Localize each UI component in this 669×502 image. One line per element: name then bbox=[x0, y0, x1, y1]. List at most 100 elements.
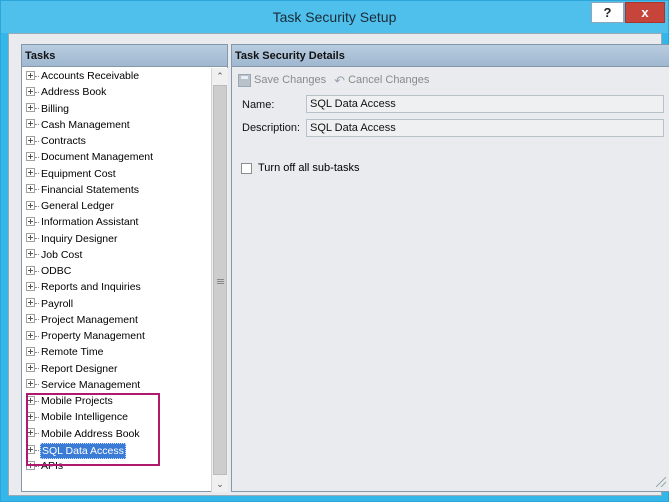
tree-connector bbox=[35, 173, 39, 175]
tree-item-label: Billing bbox=[41, 102, 70, 115]
title-bar[interactable]: Task Security Setup ? x bbox=[1, 1, 668, 33]
expand-plus-icon[interactable] bbox=[26, 363, 35, 373]
tree-item-label: Equipment Cost bbox=[41, 167, 116, 180]
tree-connector bbox=[35, 91, 39, 93]
tree-item[interactable]: Document Management bbox=[26, 150, 154, 166]
tree-item-label: Project Management bbox=[41, 313, 138, 326]
tree-item[interactable]: Report Designer bbox=[26, 362, 118, 378]
tree-connector bbox=[35, 205, 39, 207]
expand-plus-icon[interactable] bbox=[26, 119, 35, 129]
tree-item-label: General Ledger bbox=[41, 200, 114, 212]
tree-item-label: Payroll bbox=[41, 297, 74, 310]
resize-grip-icon[interactable] bbox=[656, 477, 666, 487]
tasks-header: Tasks bbox=[22, 45, 227, 67]
tree-item[interactable]: Contracts bbox=[26, 134, 87, 150]
tree-connector bbox=[35, 351, 39, 353]
details-toolbar: Save Changes ↶ Cancel Changes bbox=[238, 71, 437, 89]
tree-item-label: Property Management bbox=[41, 330, 145, 342]
scroll-down-arrow-icon[interactable]: ⌄ bbox=[212, 476, 228, 492]
tree-item-label: Service Management bbox=[41, 378, 141, 391]
expand-plus-icon[interactable] bbox=[26, 216, 35, 226]
tree-connector bbox=[35, 384, 39, 386]
tree-item-label: Contracts bbox=[41, 135, 86, 147]
tree-item-label: Reports and Inquiries bbox=[41, 281, 141, 294]
undo-arrow-icon: ↶ bbox=[334, 72, 346, 88]
tree-item[interactable]: Address Book bbox=[26, 85, 107, 101]
tree-item-label: Financial Statements bbox=[41, 183, 140, 196]
description-field[interactable]: SQL Data Access bbox=[306, 119, 664, 137]
expand-plus-icon[interactable] bbox=[26, 151, 35, 161]
tree-connector bbox=[35, 303, 39, 305]
tree-item-label: Inquiry Designer bbox=[41, 232, 118, 245]
save-disk-icon bbox=[238, 73, 251, 87]
tree-item-label: ODBC bbox=[41, 265, 72, 277]
tree-connector bbox=[35, 238, 39, 240]
expand-plus-icon[interactable] bbox=[26, 86, 35, 96]
tree-connector bbox=[35, 335, 39, 337]
tree-item-label: Address Book bbox=[41, 86, 107, 99]
tree-item[interactable]: Job Cost bbox=[26, 248, 83, 264]
tree-connector bbox=[35, 270, 39, 272]
tree-item[interactable]: Billing bbox=[26, 102, 70, 118]
expand-plus-icon[interactable] bbox=[26, 184, 35, 194]
scroll-thumb[interactable] bbox=[213, 85, 227, 475]
turn-off-subtasks-label: Turn off all sub-tasks bbox=[258, 162, 360, 174]
tree-item[interactable]: Service Management bbox=[26, 378, 141, 394]
tree-item[interactable]: General Ledger bbox=[26, 199, 115, 215]
tree-item[interactable]: Property Management bbox=[26, 329, 146, 345]
expand-plus-icon[interactable] bbox=[26, 233, 35, 243]
name-field[interactable]: SQL Data Access bbox=[306, 95, 664, 113]
expand-plus-icon[interactable] bbox=[26, 330, 35, 340]
tree-item[interactable]: Inquiry Designer bbox=[26, 232, 118, 248]
expand-plus-icon[interactable] bbox=[26, 249, 35, 259]
expand-plus-icon[interactable] bbox=[26, 379, 35, 389]
tree-item-label: Remote Time bbox=[41, 346, 104, 359]
expand-plus-icon[interactable] bbox=[26, 103, 35, 113]
tree-item[interactable]: Project Management bbox=[26, 313, 139, 329]
tree-connector bbox=[35, 286, 39, 288]
save-changes-button[interactable]: Save Changes bbox=[238, 73, 327, 87]
expand-plus-icon[interactable] bbox=[26, 298, 35, 308]
expand-plus-icon[interactable] bbox=[26, 70, 35, 80]
scroll-up-arrow-icon[interactable]: ⌃ bbox=[212, 68, 228, 84]
tree-item[interactable]: Financial Statements bbox=[26, 183, 140, 199]
save-changes-label: Save Changes bbox=[254, 74, 327, 86]
tree-item[interactable]: Cash Management bbox=[26, 118, 131, 134]
cancel-changes-label: Cancel Changes bbox=[348, 74, 430, 86]
expand-plus-icon[interactable] bbox=[26, 314, 35, 324]
expand-plus-icon[interactable] bbox=[26, 200, 35, 210]
tree-item[interactable]: Remote Time bbox=[26, 345, 104, 361]
turn-off-subtasks-checkbox[interactable] bbox=[241, 162, 252, 174]
tasks-scrollbar[interactable]: ⌃ ⌄ bbox=[211, 68, 228, 492]
expand-plus-icon[interactable] bbox=[26, 281, 35, 291]
tree-item-label: Information Assistant bbox=[41, 216, 139, 229]
tree-connector bbox=[35, 75, 39, 77]
expand-plus-icon[interactable] bbox=[26, 265, 35, 275]
tree-connector bbox=[35, 254, 39, 256]
tree-item-label: Report Designer bbox=[41, 362, 118, 375]
tree-item[interactable]: Information Assistant bbox=[26, 215, 139, 231]
tree-item-label: Accounts Receivable bbox=[41, 70, 140, 82]
tree-connector bbox=[35, 189, 39, 191]
scroll-grip-icon bbox=[217, 279, 224, 284]
help-button[interactable]: ? bbox=[591, 2, 624, 23]
expand-plus-icon[interactable] bbox=[26, 168, 35, 178]
tree-item[interactable]: Accounts Receivable bbox=[26, 69, 140, 85]
tree-item[interactable]: ODBC bbox=[26, 264, 72, 280]
expand-plus-icon[interactable] bbox=[26, 135, 35, 145]
tree-item[interactable]: Equipment Cost bbox=[26, 167, 117, 183]
expand-plus-icon[interactable] bbox=[26, 346, 35, 356]
close-button[interactable]: x bbox=[625, 2, 665, 23]
window-title: Task Security Setup bbox=[272, 9, 397, 25]
tree-item-label: Document Management bbox=[41, 151, 154, 164]
tree-item[interactable]: Payroll bbox=[26, 297, 74, 313]
turn-off-subtasks-row[interactable]: Turn off all sub-tasks bbox=[241, 162, 360, 174]
tree-item[interactable]: Reports and Inquiries bbox=[26, 280, 142, 296]
task-security-details-panel: Task Security Details Save Changes ↶ Can… bbox=[231, 44, 669, 492]
tree-connector bbox=[35, 124, 39, 126]
tree-connector bbox=[35, 368, 39, 370]
cancel-changes-button[interactable]: ↶ Cancel Changes bbox=[334, 74, 429, 87]
tree-connector bbox=[35, 140, 39, 142]
tree-item-label: Cash Management bbox=[41, 118, 130, 131]
tree-connector bbox=[35, 319, 39, 321]
